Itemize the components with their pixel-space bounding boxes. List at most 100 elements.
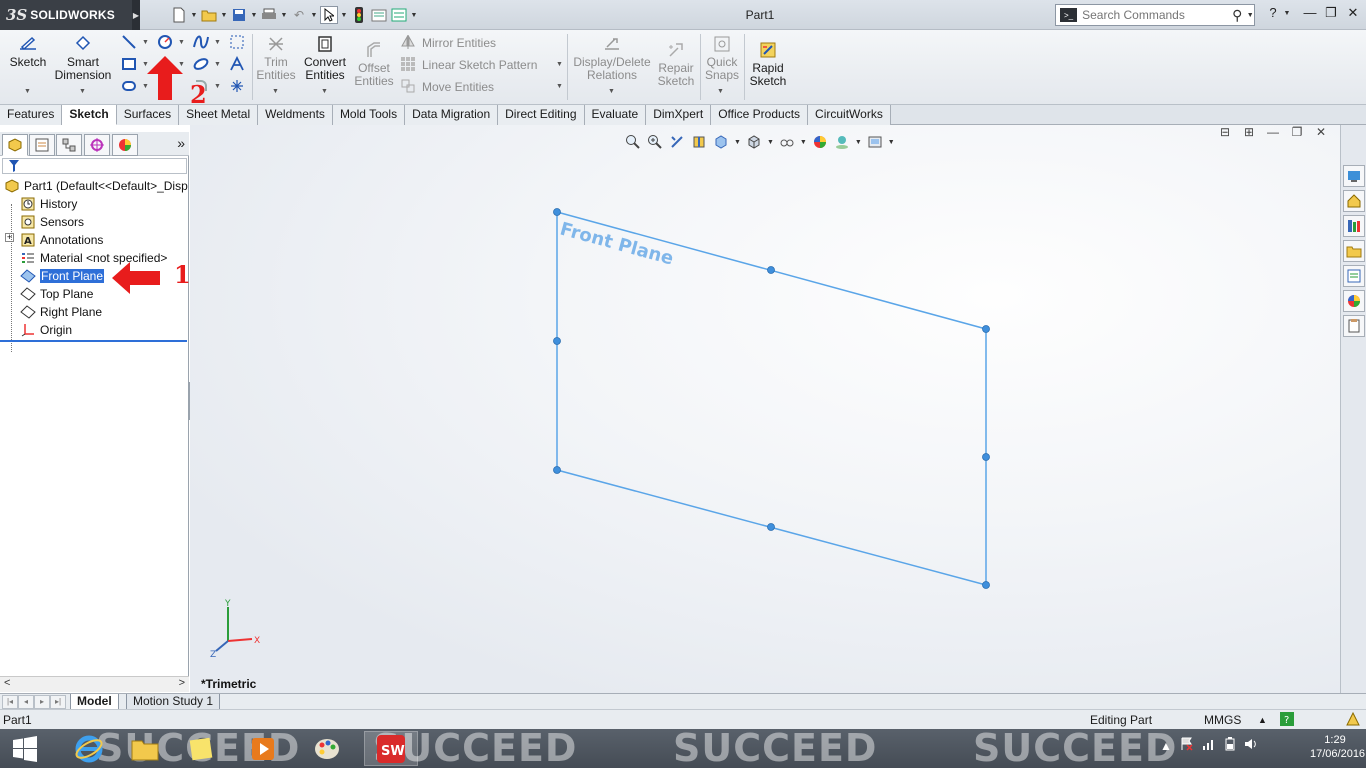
display-style-dropdown-icon[interactable]: ▼ xyxy=(767,139,774,146)
tray-volume-icon[interactable] xyxy=(1244,737,1258,754)
rectangle-tool-icon[interactable] xyxy=(120,55,138,73)
line-dropdown-icon[interactable]: ▼ xyxy=(142,39,149,46)
view-orientation-icon[interactable] xyxy=(712,133,730,151)
plane-handle[interactable] xyxy=(982,453,990,461)
viewport-tile-right-icon[interactable]: ⊞ xyxy=(1240,125,1258,141)
graphics-area[interactable]: Front Plane ▼ ▼ ▼ ▼ ▼ ⊟ ⊞ — ❐ ✕ Y X Z *T… xyxy=(190,125,1340,693)
scroll-right-icon[interactable]: > xyxy=(179,677,185,689)
search-commands-box[interactable]: >_ ⚲ ▼ xyxy=(1055,4,1255,26)
taskbar-internet-explorer[interactable] xyxy=(62,731,116,766)
ellipse-dropdown-icon[interactable]: ▼ xyxy=(214,61,221,68)
circle-dropdown-icon[interactable]: ▼ xyxy=(178,39,185,46)
relations-dropdown-icon[interactable]: ▼ xyxy=(608,88,615,95)
pattern-dropdown-icon[interactable]: ▼ xyxy=(556,61,563,68)
spline-tool-icon[interactable] xyxy=(192,33,210,51)
tray-battery-icon[interactable] xyxy=(1224,737,1236,754)
undo-icon[interactable]: ↶ xyxy=(290,6,308,24)
tray-network-icon[interactable] xyxy=(1202,737,1216,754)
view-orientation-dropdown-icon[interactable]: ▼ xyxy=(734,139,741,146)
logo-menu-arrow-icon[interactable]: ▶ xyxy=(132,0,140,30)
next-tab-icon[interactable]: ▸ xyxy=(34,695,50,709)
tree-item-history[interactable]: History xyxy=(20,195,77,213)
tray-flag-icon[interactable] xyxy=(1180,737,1194,754)
text-tool-icon[interactable] xyxy=(228,55,246,73)
quick-snaps-button[interactable]: Quick Snaps xyxy=(703,34,741,82)
help-icon[interactable]: ? xyxy=(1263,5,1283,23)
taskbar-media-player[interactable] xyxy=(236,731,290,766)
file-explorer-icon[interactable] xyxy=(1343,240,1365,262)
tab-data-migration[interactable]: Data Migration xyxy=(405,105,499,125)
save-dropdown-icon[interactable]: ▼ xyxy=(250,12,258,19)
feature-manager-tab-icon[interactable] xyxy=(2,134,28,156)
ellipse-tool-icon[interactable] xyxy=(192,55,210,73)
zoom-to-area-icon[interactable] xyxy=(646,133,664,151)
offset-entities-button[interactable]: Offset Entities xyxy=(352,40,396,88)
viewport-minimize-icon[interactable]: — xyxy=(1264,125,1282,141)
dimxpert-manager-tab-icon[interactable] xyxy=(84,134,110,156)
viewport-tile-left-icon[interactable]: ⊟ xyxy=(1216,125,1234,141)
circle-tool-icon[interactable] xyxy=(156,33,174,51)
open-dropdown-icon[interactable]: ▼ xyxy=(220,12,228,19)
undo-dropdown-icon[interactable]: ▼ xyxy=(310,12,318,19)
viewport-close-icon[interactable]: ✕ xyxy=(1312,125,1330,141)
apply-scene-icon[interactable] xyxy=(833,133,851,151)
rebuild-traffic-light-icon[interactable] xyxy=(350,6,368,24)
property-manager-tab-icon[interactable] xyxy=(29,134,55,156)
open-folder-icon[interactable] xyxy=(200,6,218,24)
appearances-icon[interactable] xyxy=(1343,290,1365,312)
plane-handle[interactable] xyxy=(767,266,775,274)
quick-snaps-dropdown-icon[interactable]: ▼ xyxy=(717,88,724,95)
slot-tool-icon[interactable] xyxy=(120,77,138,95)
hide-show-dropdown-icon[interactable]: ▼ xyxy=(800,139,807,146)
mirror-entities-button[interactable]: Mirror Entities xyxy=(400,33,496,53)
plane-handle[interactable] xyxy=(553,337,561,345)
convert-dropdown-icon[interactable]: ▼ xyxy=(321,88,328,95)
tree-item-sensors[interactable]: Sensors xyxy=(20,213,84,231)
plane-handles[interactable] xyxy=(553,208,990,589)
help-dropdown-icon[interactable]: ▼ xyxy=(1283,10,1291,17)
model-tab[interactable]: Model xyxy=(70,694,119,710)
move-entities-button[interactable]: Move Entities xyxy=(400,77,494,97)
viewport-restore-icon[interactable]: ❐ xyxy=(1288,125,1306,141)
file-properties-icon[interactable] xyxy=(370,6,388,24)
tab-surfaces[interactable]: Surfaces xyxy=(116,105,180,125)
trim-dropdown-icon[interactable]: ▼ xyxy=(272,88,279,95)
design-library-icon[interactable] xyxy=(1343,215,1365,237)
view-settings-dropdown-icon[interactable]: ▼ xyxy=(888,139,895,146)
options-dropdown-icon[interactable]: ▼ xyxy=(410,12,418,19)
motion-study-tab[interactable]: Motion Study 1 xyxy=(126,694,221,710)
tab-sketch[interactable]: Sketch xyxy=(62,105,117,125)
print-dropdown-icon[interactable]: ▼ xyxy=(280,12,288,19)
hide-show-items-icon[interactable] xyxy=(778,133,796,151)
point-tool-icon[interactable] xyxy=(228,77,246,95)
fillet-dropdown-icon[interactable]: ▼ xyxy=(214,83,221,90)
expand-annotations-icon[interactable]: + xyxy=(5,233,14,242)
plane-handle[interactable] xyxy=(553,466,561,474)
restore-icon[interactable]: ❐ xyxy=(1321,5,1341,23)
search-icon[interactable]: ⚲ xyxy=(1232,7,1242,24)
tree-item-annotations[interactable]: + A Annotations xyxy=(5,231,103,249)
plane-handle[interactable] xyxy=(767,523,775,531)
tree-item-top-plane[interactable]: Top Plane xyxy=(20,285,93,303)
tab-direct-editing[interactable]: Direct Editing xyxy=(498,105,585,125)
display-manager-tab-icon[interactable] xyxy=(112,134,138,156)
tab-features[interactable]: Features xyxy=(0,105,63,125)
select-cursor-icon[interactable] xyxy=(320,6,338,24)
scroll-left-icon[interactable]: < xyxy=(4,677,10,689)
home-icon[interactable] xyxy=(1343,190,1365,212)
search-input[interactable] xyxy=(1082,8,1233,22)
plane-handle[interactable] xyxy=(553,208,561,216)
panel-expand-icon[interactable]: » xyxy=(177,135,185,151)
prev-tab-icon[interactable]: ◂ xyxy=(18,695,34,709)
view-settings-icon[interactable] xyxy=(866,133,884,151)
unit-system-dropdown-icon[interactable]: ▲ xyxy=(1258,715,1267,725)
sketch-button[interactable]: Sketch xyxy=(8,34,48,69)
line-tool-icon[interactable] xyxy=(120,33,138,51)
plane-handle[interactable] xyxy=(982,325,990,333)
taskbar-solidworks[interactable]: SW xyxy=(364,731,418,766)
select-dropdown-icon[interactable]: ▼ xyxy=(340,12,348,19)
tray-expand-icon[interactable]: ▲ xyxy=(1160,739,1172,753)
sketch-dropdown-icon[interactable]: ▼ xyxy=(24,88,31,95)
spline-dropdown-icon[interactable]: ▼ xyxy=(214,39,221,46)
repair-sketch-button[interactable]: Repair Sketch xyxy=(656,40,696,88)
